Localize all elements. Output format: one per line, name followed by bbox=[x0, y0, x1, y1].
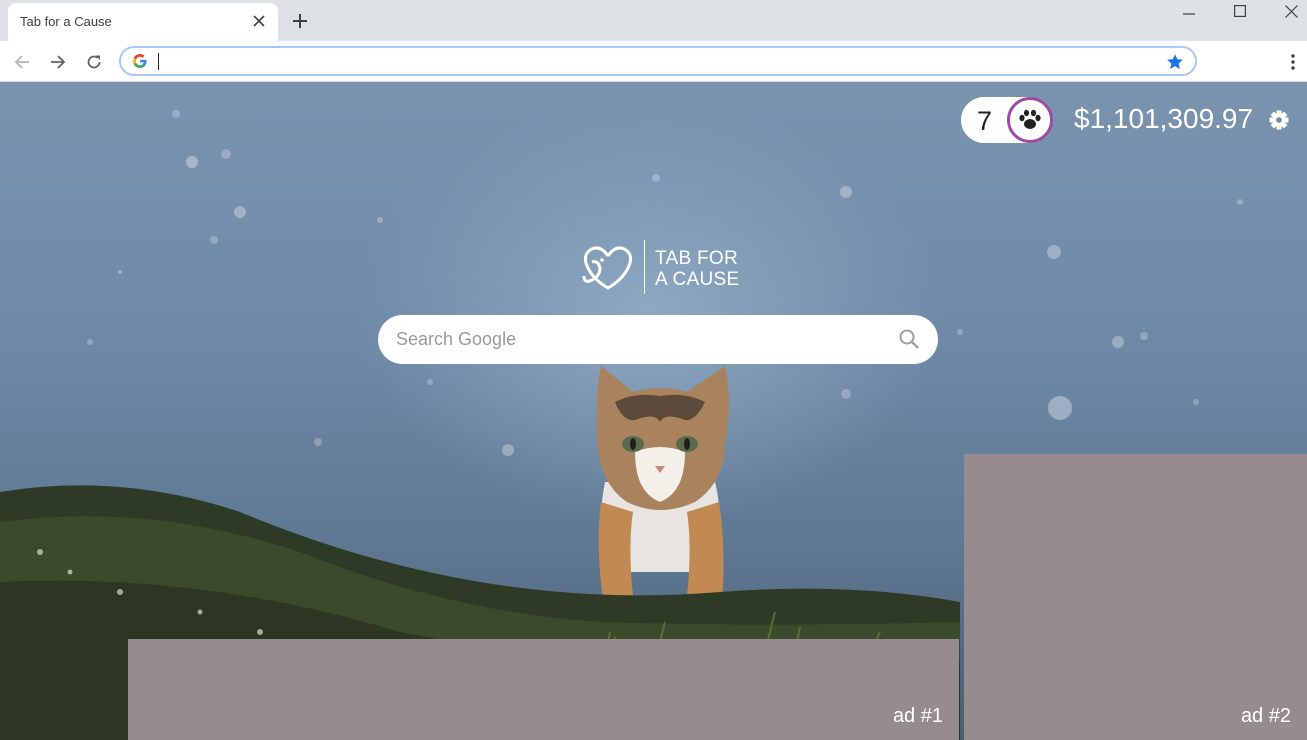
tab-for-a-cause-logo-icon bbox=[582, 246, 633, 290]
google-g-icon bbox=[132, 53, 148, 69]
ad-label: ad #2 bbox=[1240, 705, 1291, 727]
new-tab-page: 7 $1,101,309.97 TAB FOR A CAUSE Search G… bbox=[0, 82, 1307, 740]
logo-line-2: A CAUSE bbox=[655, 269, 740, 290]
minimize-icon[interactable] bbox=[1166, 0, 1212, 22]
star-icon[interactable] bbox=[1166, 53, 1184, 71]
browser-toolbar bbox=[0, 41, 1307, 82]
address-bar[interactable] bbox=[119, 46, 1197, 76]
gear-icon[interactable] bbox=[1268, 109, 1290, 131]
text-cursor bbox=[158, 53, 159, 70]
search-box[interactable] bbox=[378, 315, 938, 364]
ad-slot-1[interactable]: ad #1 bbox=[128, 639, 959, 740]
search-input[interactable] bbox=[396, 327, 876, 351]
logo-text: TAB FOR A CAUSE bbox=[655, 248, 739, 290]
reload-icon[interactable] bbox=[81, 49, 107, 75]
arrow-right-icon[interactable] bbox=[45, 49, 71, 75]
logo-line-1: TAB FOR bbox=[655, 248, 739, 269]
maximize-icon[interactable] bbox=[1217, 0, 1263, 22]
tab-strip: Tab for a Cause bbox=[0, 0, 1307, 41]
magnifier-icon[interactable] bbox=[898, 328, 920, 350]
paw-icon[interactable] bbox=[1007, 97, 1053, 143]
arrow-left-icon[interactable] bbox=[9, 49, 35, 75]
tab-title: Tab for a Cause bbox=[20, 14, 112, 29]
close-icon[interactable] bbox=[250, 12, 268, 30]
tab-active[interactable]: Tab for a Cause bbox=[8, 3, 278, 41]
address-input[interactable] bbox=[161, 52, 1141, 72]
plus-icon[interactable] bbox=[289, 10, 311, 32]
window-close-icon[interactable] bbox=[1268, 0, 1307, 22]
kebab-menu-icon[interactable] bbox=[1283, 49, 1303, 75]
hearts-counter[interactable]: 7 bbox=[961, 97, 1053, 143]
logo-divider bbox=[644, 240, 645, 294]
ad-label: ad #1 bbox=[892, 705, 943, 727]
hearts-count: 7 bbox=[977, 106, 993, 136]
ad-slot-2[interactable]: ad #2 bbox=[964, 454, 1307, 740]
money-raised[interactable]: $1,101,309.97 bbox=[1074, 103, 1253, 135]
